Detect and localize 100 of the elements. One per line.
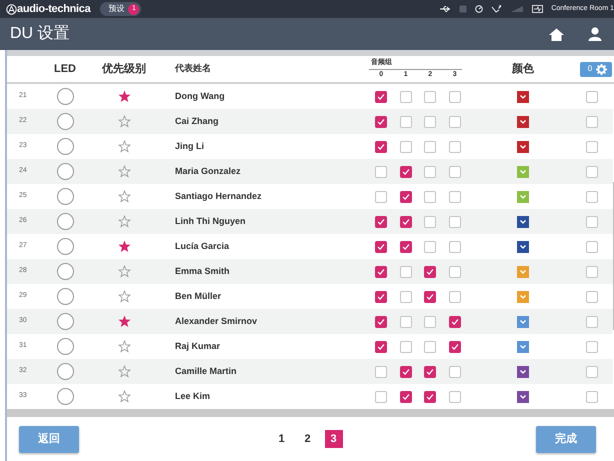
checkbox[interactable] [375,240,388,252]
checkbox[interactable] [586,366,598,378]
color-dropdown[interactable] [517,166,529,178]
checkbox[interactable] [586,240,598,252]
checkbox[interactable] [375,266,388,278]
checkbox[interactable] [448,290,461,302]
checkbox[interactable] [424,366,436,378]
checkbox[interactable] [375,216,388,228]
checkbox[interactable] [424,190,436,202]
color-dropdown[interactable] [517,340,529,352]
checkbox[interactable] [448,340,461,352]
checkbox[interactable] [375,116,388,128]
checkbox[interactable] [375,366,388,378]
color-dropdown[interactable] [517,216,529,228]
star-icon[interactable] [118,340,130,353]
checkbox[interactable] [424,390,436,402]
star-icon[interactable] [118,315,130,328]
color-dropdown[interactable] [517,116,529,128]
star-icon[interactable] [118,365,130,378]
checkbox[interactable] [424,140,436,152]
done-button[interactable]: 完成 [536,426,596,452]
color-dropdown[interactable] [517,366,529,378]
checkbox[interactable] [375,290,388,302]
horizontal-scrollbar[interactable] [7,409,614,417]
checkbox[interactable] [448,240,461,252]
back-button[interactable]: 返回 [19,426,79,452]
checkbox[interactable] [424,340,436,352]
checkbox[interactable] [448,190,461,202]
star-icon[interactable] [118,215,130,228]
checkbox[interactable] [375,140,388,152]
checkbox[interactable] [400,240,412,252]
checkbox[interactable] [448,90,461,102]
star-icon[interactable] [118,290,130,303]
checkbox[interactable] [424,290,436,302]
star-icon[interactable] [118,190,130,203]
checkbox[interactable] [375,316,388,328]
color-dropdown[interactable] [517,266,529,278]
checkbox[interactable] [586,90,598,102]
checkbox[interactable] [375,390,388,402]
checkbox[interactable] [586,340,598,352]
color-dropdown[interactable] [517,140,529,152]
checkbox[interactable] [586,190,598,202]
star-icon[interactable] [118,90,130,103]
checkbox[interactable] [586,116,598,128]
checkbox[interactable] [424,266,436,278]
checkbox[interactable] [586,140,598,152]
checkbox[interactable] [424,316,436,328]
color-dropdown[interactable] [517,290,529,302]
checkbox[interactable] [400,316,412,328]
checkbox[interactable] [448,216,461,228]
checkbox[interactable] [424,116,436,128]
checkbox[interactable] [586,390,598,402]
checkbox[interactable] [400,190,412,202]
star-icon[interactable] [118,265,130,278]
checkbox[interactable] [586,290,598,302]
page-button[interactable]: 1 [272,430,290,448]
checkbox[interactable] [400,216,412,228]
checkbox[interactable] [586,316,598,328]
star-icon[interactable] [118,165,130,178]
user-button[interactable] [588,27,602,41]
color-dropdown[interactable] [517,240,529,252]
home-button[interactable] [549,28,564,40]
checkbox[interactable] [448,140,461,152]
color-dropdown[interactable] [517,390,529,402]
page-button[interactable]: 3 [324,430,342,448]
star-icon[interactable] [118,390,130,403]
checkbox[interactable] [400,140,412,152]
counter-button[interactable]: 0 [580,62,612,76]
star-icon[interactable] [118,240,130,253]
checkbox[interactable] [586,266,598,278]
checkbox[interactable] [448,316,461,328]
checkbox[interactable] [586,216,598,228]
checkbox[interactable] [424,216,436,228]
checkbox[interactable] [400,340,412,352]
checkbox[interactable] [375,166,388,178]
color-dropdown[interactable] [517,90,529,102]
checkbox[interactable] [375,340,388,352]
checkbox[interactable] [375,190,388,202]
checkbox[interactable] [424,90,436,102]
checkbox[interactable] [400,290,412,302]
checkbox[interactable] [424,240,436,252]
checkbox[interactable] [400,90,412,102]
checkbox[interactable] [448,166,461,178]
checkbox[interactable] [400,116,412,128]
checkbox[interactable] [448,390,461,402]
star-icon[interactable] [118,115,130,128]
checkbox[interactable] [400,166,412,178]
checkbox[interactable] [448,116,461,128]
star-icon[interactable] [118,140,130,153]
checkbox[interactable] [586,166,598,178]
checkbox[interactable] [424,166,436,178]
checkbox[interactable] [400,266,412,278]
checkbox[interactable] [400,390,412,402]
color-dropdown[interactable] [517,316,529,328]
checkbox[interactable] [448,366,461,378]
color-dropdown[interactable] [517,190,529,202]
checkbox[interactable] [375,90,388,102]
page-button[interactable]: 2 [298,430,316,448]
checkbox[interactable] [400,366,412,378]
checkbox[interactable] [448,266,461,278]
